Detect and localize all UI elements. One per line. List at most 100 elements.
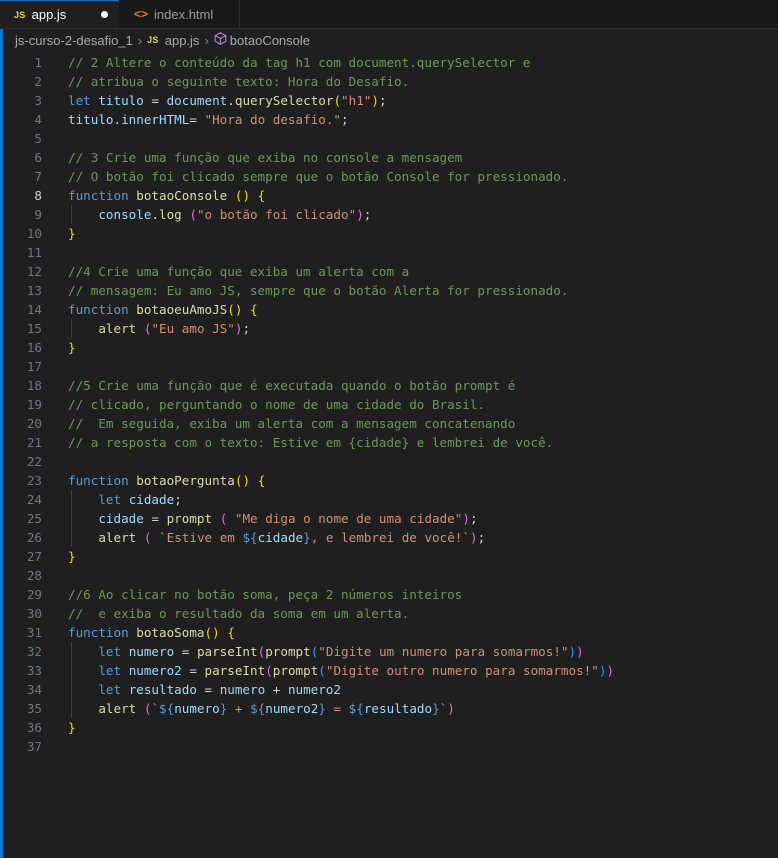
code-line[interactable]: 37: [3, 737, 778, 756]
code-line[interactable]: 9 console.log ("o botão foi clicado");: [3, 205, 778, 224]
code-text: }: [68, 720, 76, 735]
code-text: }: [68, 226, 76, 241]
line-number: 33: [26, 663, 42, 678]
code-line[interactable]: 11: [3, 243, 778, 262]
line-number: 10: [26, 226, 42, 241]
code-text: console.log ("o botão foi clicado");: [98, 207, 372, 222]
code-text: //6 Ao clicar no botão soma, peça 2 núme…: [68, 587, 463, 602]
line-number: 36: [26, 720, 42, 735]
line-number: 7: [34, 169, 42, 184]
line-number: 28: [26, 568, 42, 583]
line-number: 15: [26, 321, 42, 336]
line-number: 21: [26, 435, 42, 450]
line-number: 34: [26, 682, 42, 697]
code-line[interactable]: 8 function botaoConsole () {: [3, 186, 778, 205]
code-line[interactable]: 33 let numero2 = parseInt(prompt("Digite…: [3, 661, 778, 680]
code-line[interactable]: 4 titulo.innerHTML= "Hora do desafio.";: [3, 110, 778, 129]
code-line[interactable]: 29 //6 Ao clicar no botão soma, peça 2 nú…: [3, 585, 778, 604]
breadcrumb-folder[interactable]: js-curso-2-desafio_1: [15, 33, 133, 48]
line-number: 9: [34, 207, 42, 222]
code-text: alert (`${numero} + ${numero2} = ${resul…: [98, 701, 455, 716]
code-text: let resultado = numero + numero2: [98, 682, 342, 697]
tab-label: index.html: [154, 6, 214, 22]
code-text: // e exiba o resultado da soma em um ale…: [68, 606, 410, 621]
code-line[interactable]: 22: [3, 452, 778, 471]
code-text: }: [68, 340, 76, 355]
code-line[interactable]: 3 let titulo = document.querySelector("h1…: [3, 91, 778, 110]
code-line[interactable]: 35 alert (`${numero} + ${numero2} = ${re…: [3, 699, 778, 718]
unsaved-changes-dot-icon[interactable]: [101, 11, 108, 18]
code-text: // clicado, perguntando o nome de uma ci…: [68, 397, 486, 412]
line-number: 4: [34, 112, 42, 127]
code-line[interactable]: 18 //5 Crie uma função que é executada qu…: [3, 376, 778, 395]
code-text: // mensagem: Eu amo JS, sempre que o bot…: [68, 283, 569, 298]
line-number: 18: [26, 378, 42, 393]
code-line[interactable]: 13 // mensagem: Eu amo JS, sempre que o b…: [3, 281, 778, 300]
code-line[interactable]: 12 //4 Crie uma função que exiba um alert…: [3, 262, 778, 281]
code-editor[interactable]: 1 // 2 Altere o conteúdo da tag h1 com do…: [3, 52, 778, 858]
code-line[interactable]: 25 cidade = prompt ( "Me diga o nome de …: [3, 509, 778, 528]
chevron-right-icon: ›: [204, 32, 209, 48]
chevron-right-icon: ›: [137, 32, 143, 48]
line-number: 32: [26, 644, 42, 659]
code-line[interactable]: 14 function botaoeuAmoJS() {: [3, 300, 778, 319]
javascript-file-icon: JS: [14, 9, 26, 20]
line-number: 6: [34, 150, 42, 165]
code-line[interactable]: 19 // clicado, perguntando o nome de uma …: [3, 395, 778, 414]
code-line[interactable]: 31 function botaoSoma() {: [3, 623, 778, 642]
code-line[interactable]: 28: [3, 566, 778, 585]
tab-index-html[interactable]: <> index.html: [120, 0, 240, 28]
code-line[interactable]: 36}: [3, 718, 778, 737]
tab-bar: JS app.js <> index.html: [0, 0, 778, 29]
code-text: // 3 Crie uma função que exiba no consol…: [68, 150, 463, 165]
line-number: 24: [26, 492, 42, 507]
code-line[interactable]: 16}: [3, 338, 778, 357]
html-file-icon: <>: [134, 7, 149, 21]
code-text: let numero2 = parseInt(prompt("Digite ou…: [98, 663, 615, 678]
javascript-file-icon: JS: [147, 35, 159, 45]
line-number: 30: [26, 606, 42, 621]
code-text: function botaoConsole () {: [68, 188, 266, 203]
line-number: 22: [26, 454, 42, 469]
code-text: // O botão foi clicado sempre que o botã…: [68, 169, 569, 184]
code-line[interactable]: 17: [3, 357, 778, 376]
code-line[interactable]: 10}: [3, 224, 778, 243]
line-number: 19: [26, 397, 42, 412]
breadcrumb-symbol[interactable]: botaoConsole: [230, 33, 310, 48]
code-line[interactable]: 34 let resultado = numero + numero2: [3, 680, 778, 699]
code-text: let titulo = document.querySelector("h1"…: [68, 93, 387, 108]
code-text: }: [68, 549, 76, 564]
line-number: 5: [34, 131, 42, 146]
code-line[interactable]: 2 // atribua o seguinte texto: Hora do De…: [3, 72, 778, 91]
line-number: 29: [26, 587, 42, 602]
code-text: //5 Crie uma função que é executada quan…: [68, 378, 516, 393]
tab-label: app.js: [31, 7, 67, 22]
line-number: 2: [34, 74, 42, 89]
code-line[interactable]: 24 let cidade;: [3, 490, 778, 509]
code-line[interactable]: 26 alert ( `Estive em ${cidade}, e lembr…: [3, 528, 778, 547]
code-line[interactable]: 5: [3, 129, 778, 148]
code-text: alert ( `Estive em ${cidade}, e lembrei …: [98, 530, 486, 545]
line-number: 1: [34, 55, 42, 70]
code-line[interactable]: 6 // 3 Crie uma função que exiba no conso…: [3, 148, 778, 167]
code-text: // atribua o seguinte texto: Hora do Des…: [68, 74, 410, 89]
line-number: 11: [26, 245, 42, 260]
code-line[interactable]: 15 alert ("Eu amo JS");: [3, 319, 778, 338]
line-number: 12: [26, 264, 42, 279]
code-text: function botaoPergunta() {: [68, 473, 266, 488]
line-number: 3: [34, 93, 42, 108]
line-number: 13: [26, 283, 42, 298]
tab-app-js[interactable]: JS app.js: [0, 0, 119, 28]
code-line[interactable]: 27}: [3, 547, 778, 566]
code-line[interactable]: 1 // 2 Altere o conteúdo da tag h1 com do…: [3, 53, 778, 72]
code-text: let cidade;: [98, 492, 182, 507]
code-line[interactable]: 23 function botaoPergunta() {: [3, 471, 778, 490]
code-line[interactable]: 21 // a resposta com o texto: Estive em {…: [3, 433, 778, 452]
line-number: 25: [26, 511, 42, 526]
code-text: let numero = parseInt(prompt("Digite um …: [98, 644, 584, 659]
code-line[interactable]: 20 // Em seguida, exiba um alerta com a m…: [3, 414, 778, 433]
breadcrumb-file[interactable]: app.js: [165, 33, 200, 48]
code-line[interactable]: 7 // O botão foi clicado sempre que o bot…: [3, 167, 778, 186]
code-line[interactable]: 30 // e exiba o resultado da soma em um a…: [3, 604, 778, 623]
code-line[interactable]: 32 let numero = parseInt(prompt("Digite …: [3, 642, 778, 661]
